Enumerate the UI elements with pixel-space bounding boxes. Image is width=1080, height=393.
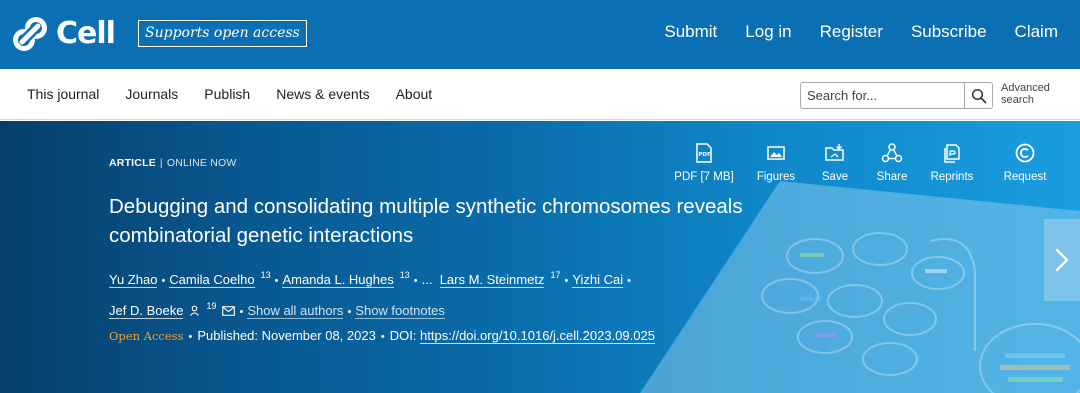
figures-label: Figures: [756, 171, 796, 183]
logo-wordmark: Cell: [56, 16, 116, 51]
article-kicker: ARTICLE | ONLINE NOW: [109, 157, 237, 169]
reprints-icon: [944, 144, 960, 163]
author-separator: •: [347, 306, 352, 318]
pdf-icon: PDF: [696, 143, 712, 163]
reprints-label: Reprints: [930, 171, 974, 183]
chevron-right-icon: [1055, 248, 1069, 272]
register-link[interactable]: Register: [820, 22, 883, 42]
meta-separator: •: [380, 331, 385, 343]
author-separator: •: [564, 275, 569, 287]
search-box: [800, 82, 993, 109]
save-button[interactable]: Save: [812, 143, 858, 183]
search-icon: [971, 88, 986, 103]
request-button[interactable]: Request: [978, 143, 1072, 183]
search-input[interactable]: [801, 83, 964, 108]
open-access-label: Open Access: [109, 329, 184, 343]
author-separator: •: [627, 275, 632, 287]
affiliation-number: 13: [399, 270, 410, 280]
email-icon[interactable]: [222, 299, 236, 324]
affiliation-number: 19: [206, 301, 217, 311]
author-link[interactable]: Yizhi Cai: [572, 272, 624, 288]
author-link[interactable]: Jef D. Boeke: [109, 303, 184, 319]
article-actions: PDF PDF [7 MB] Figures Save Share Reprin…: [668, 143, 1072, 183]
nav-news-events[interactable]: News & events: [276, 86, 369, 102]
author-separator: •: [161, 275, 166, 287]
save-label: Save: [821, 171, 849, 183]
authors-ellipsis: ...: [421, 272, 433, 287]
top-navigation: Submit Log in Register Subscribe Claim: [664, 0, 1058, 64]
doi-label: DOI:: [389, 328, 417, 343]
svg-text:PDF: PDF: [698, 152, 711, 158]
nav-publish[interactable]: Publish: [204, 86, 250, 102]
article-hero: ARTICLE | ONLINE NOW Debugging and consoli…: [0, 121, 1080, 393]
nav-journals[interactable]: Journals: [125, 86, 178, 102]
affiliation-number: 17: [550, 270, 561, 280]
article-status: ONLINE NOW: [166, 157, 237, 169]
affiliation-number: 13: [260, 270, 271, 280]
meta-separator: •: [188, 331, 193, 343]
cell-logo[interactable]: Cell: [12, 16, 116, 52]
claim-link[interactable]: Claim: [1015, 22, 1058, 42]
article-title: Debugging and consolidating multiple syn…: [109, 195, 743, 247]
image-icon: [767, 146, 785, 160]
advanced-search-link[interactable]: Advanced search: [1001, 82, 1061, 106]
article-type: ARTICLE: [109, 157, 156, 169]
author-separator: •: [239, 306, 244, 318]
folder-save-icon: [825, 144, 844, 161]
person-icon[interactable]: [189, 299, 200, 324]
next-slide-button[interactable]: [1044, 219, 1080, 301]
reprints-button[interactable]: Reprints: [926, 143, 978, 183]
nav-about[interactable]: About: [396, 86, 433, 102]
subscribe-link[interactable]: Subscribe: [911, 22, 987, 42]
cell-logo-icon: [13, 17, 47, 51]
search-button[interactable]: [964, 83, 992, 108]
site-header: Cell Supports open access Submit Log in …: [0, 0, 1080, 69]
show-footnotes-link[interactable]: Show footnotes: [355, 303, 445, 319]
author-list: Yu Zhao • Camila Coelho 13 • Amanda L. Hughes…: [109, 263, 709, 325]
author-link[interactable]: Camila Coelho: [169, 272, 255, 288]
author-separator: •: [413, 275, 418, 287]
share-label: Share: [876, 171, 908, 183]
copyright-icon: [1015, 143, 1035, 163]
open-access-tagline[interactable]: Supports open access: [138, 20, 307, 47]
share-button[interactable]: Share: [858, 143, 926, 183]
author-link[interactable]: Lars M. Steinmetz: [439, 272, 545, 288]
nav-this-journal[interactable]: This journal: [27, 86, 99, 102]
kicker-separator: |: [159, 157, 163, 169]
published-date: Published: November 08, 2023: [197, 328, 376, 343]
login-link[interactable]: Log in: [745, 22, 791, 42]
author-link[interactable]: Yu Zhao: [109, 272, 158, 288]
figures-button[interactable]: Figures: [740, 143, 812, 183]
publication-meta: Open Access • Published: November 08, 2023…: [109, 328, 655, 344]
pdf-button[interactable]: PDF PDF [7 MB]: [668, 143, 740, 183]
doi-link[interactable]: https://doi.org/10.1016/j.cell.2023.09.0…: [420, 328, 655, 344]
author-link[interactable]: Amanda L. Hughes: [282, 272, 394, 288]
share-icon: [881, 143, 903, 163]
author-separator: •: [274, 275, 279, 287]
show-all-authors-link[interactable]: Show all authors: [247, 303, 344, 319]
pdf-label: PDF [7 MB]: [674, 171, 734, 183]
submit-link[interactable]: Submit: [664, 22, 717, 42]
request-label: Request: [1003, 171, 1047, 183]
